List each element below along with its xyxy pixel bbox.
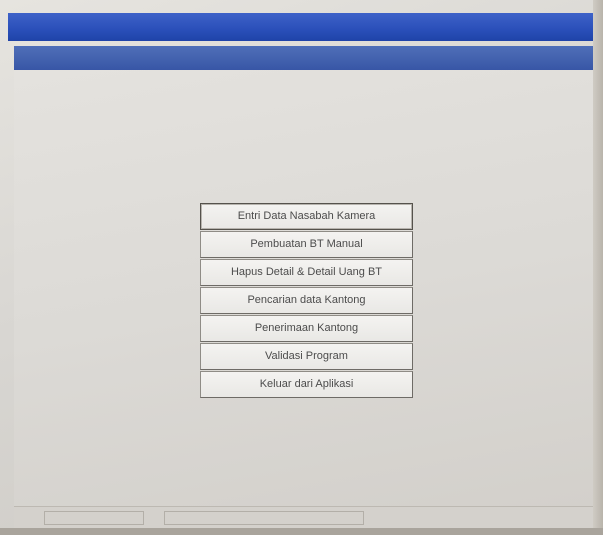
status-pane-info [164,511,364,525]
window-title-bar [8,13,598,41]
manual-bt-button[interactable]: Pembuatan BT Manual [200,231,413,258]
monitor-bezel-bottom [0,528,603,535]
status-pane-user [44,511,144,525]
receive-bag-button[interactable]: Penerimaan Kantong [200,315,413,342]
exit-application-button[interactable]: Keluar dari Aplikasi [200,371,413,398]
child-window-title-bar [14,46,598,70]
search-bag-data-button[interactable]: Pencarian data Kantong [200,287,413,314]
status-bar [14,506,598,529]
monitor-bezel-right [593,0,603,535]
validation-program-button[interactable]: Validasi Program [200,343,413,370]
delete-detail-button[interactable]: Hapus Detail & Detail Uang BT [200,259,413,286]
screen-photo: Entri Data Nasabah Kamera Pembuatan BT M… [0,0,603,535]
main-menu: Entri Data Nasabah Kamera Pembuatan BT M… [200,203,413,399]
entry-customer-data-button[interactable]: Entri Data Nasabah Kamera [200,203,413,230]
